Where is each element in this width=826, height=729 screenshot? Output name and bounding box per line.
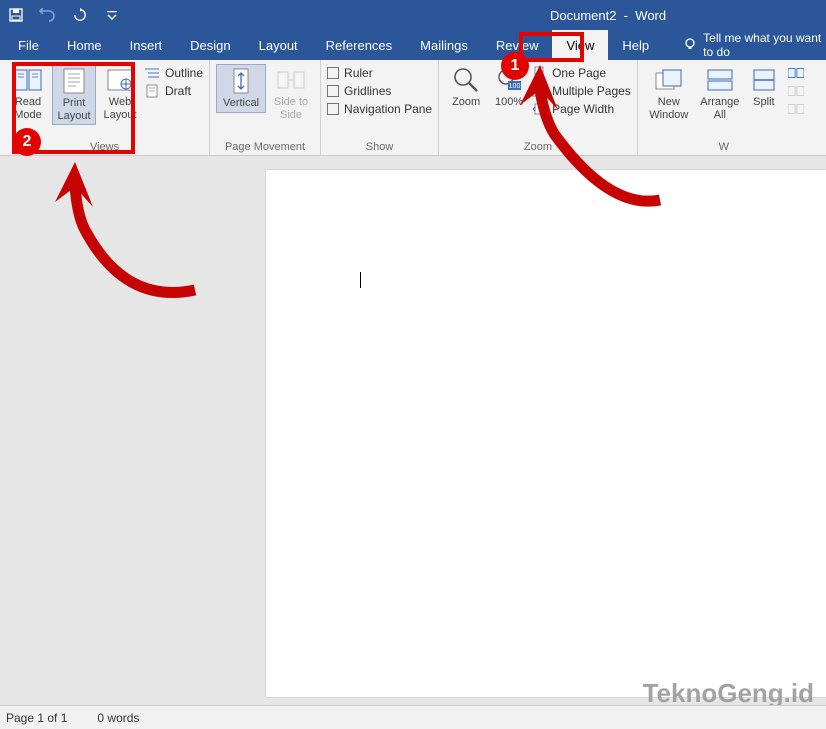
group-zoom: Zoom 100 100% One Page Multiple Pages: [439, 60, 638, 155]
zoom-button[interactable]: Zoom: [445, 64, 487, 111]
page-movement-group-label: Page Movement: [216, 139, 314, 155]
show-group-label: Show: [327, 139, 432, 155]
text-cursor: [360, 272, 361, 288]
tab-view[interactable]: View: [552, 30, 608, 60]
zoom-100-icon: 100: [493, 66, 525, 94]
print-layout-icon: [58, 67, 90, 95]
document-workspace[interactable]: [0, 156, 826, 705]
lightbulb-icon: [683, 37, 697, 54]
ruler-checkbox[interactable]: Ruler: [327, 66, 432, 80]
navigation-pane-checkbox[interactable]: Navigation Pane: [327, 102, 432, 116]
view-side-icon[interactable]: [788, 66, 804, 80]
zoom-icon: [450, 66, 482, 94]
app-name: Word: [635, 8, 666, 23]
one-page-button[interactable]: One Page: [531, 66, 631, 80]
ribbon-tabs: File Home Insert Design Layout Reference…: [0, 30, 826, 60]
web-layout-icon: [104, 66, 136, 94]
read-mode-button[interactable]: Read Mode: [6, 64, 50, 123]
status-words[interactable]: 0 words: [97, 711, 139, 725]
tab-review[interactable]: Review: [482, 30, 553, 60]
zoom-group-label: Zoom: [445, 139, 631, 155]
tell-me-search[interactable]: Tell me what you want to do: [683, 30, 826, 60]
save-icon[interactable]: [6, 5, 26, 25]
doc-name: Document2: [550, 8, 616, 23]
multiple-pages-icon: [531, 84, 547, 98]
tab-help[interactable]: Help: [608, 30, 663, 60]
title-bar: Document2 - Word: [0, 0, 826, 30]
tab-mailings[interactable]: Mailings: [406, 30, 482, 60]
tab-references[interactable]: References: [312, 30, 406, 60]
checkbox-icon: [327, 67, 339, 79]
ribbon: Read Mode Print Layout Web Layout: [0, 60, 826, 156]
print-layout-button[interactable]: Print Layout: [52, 64, 96, 125]
checkbox-icon: [327, 103, 339, 115]
vertical-icon: [225, 67, 257, 95]
split-button[interactable]: Split: [746, 64, 782, 111]
checkbox-icon: [327, 85, 339, 97]
draft-icon: [144, 84, 160, 98]
tab-home[interactable]: Home: [53, 30, 116, 60]
page-width-icon: [531, 102, 547, 116]
tab-insert[interactable]: Insert: [116, 30, 177, 60]
draft-button[interactable]: Draft: [144, 84, 203, 98]
status-bar: Page 1 of 1 0 words: [0, 705, 826, 729]
reset-window-icon: [788, 102, 804, 116]
tab-design[interactable]: Design: [176, 30, 244, 60]
vertical-button[interactable]: Vertical: [216, 64, 266, 113]
views-group-label: Views: [6, 139, 203, 155]
window-group-label: W: [644, 139, 804, 155]
status-page[interactable]: Page 1 of 1: [6, 711, 67, 725]
outline-button[interactable]: Outline: [144, 66, 203, 80]
sync-scroll-icon: [788, 84, 804, 98]
page-width-button[interactable]: Page Width: [531, 102, 631, 116]
document-page[interactable]: [266, 170, 826, 697]
undo-icon[interactable]: [38, 5, 58, 25]
tab-layout[interactable]: Layout: [245, 30, 312, 60]
new-window-icon: [653, 66, 685, 94]
group-show: Ruler Gridlines Navigation Pane Show: [321, 60, 439, 155]
group-page-movement: Vertical Side to Side Page Movement: [210, 60, 321, 155]
multiple-pages-button[interactable]: Multiple Pages: [531, 84, 631, 98]
group-window: New Window Arrange All Split W: [638, 60, 810, 155]
gridlines-checkbox[interactable]: Gridlines: [327, 84, 432, 98]
one-page-icon: [531, 66, 547, 80]
side-to-side-icon: [275, 66, 307, 94]
tab-file[interactable]: File: [4, 30, 53, 60]
svg-text:100: 100: [509, 83, 521, 90]
customize-qat-icon[interactable]: [102, 5, 122, 25]
redo-icon[interactable]: [70, 5, 90, 25]
window-title: Document2 - Word: [550, 8, 666, 23]
web-layout-button[interactable]: Web Layout: [98, 64, 142, 123]
read-mode-icon: [12, 66, 44, 94]
zoom-100-button[interactable]: 100 100%: [489, 64, 529, 111]
side-to-side-button: Side to Side: [268, 64, 314, 123]
split-icon: [748, 66, 780, 94]
group-views: Read Mode Print Layout Web Layout: [0, 60, 210, 155]
outline-icon: [144, 66, 160, 80]
quick-access-toolbar: [6, 5, 122, 25]
arrange-all-button[interactable]: Arrange All: [696, 64, 744, 123]
arrange-all-icon: [704, 66, 736, 94]
new-window-button[interactable]: New Window: [644, 64, 694, 123]
